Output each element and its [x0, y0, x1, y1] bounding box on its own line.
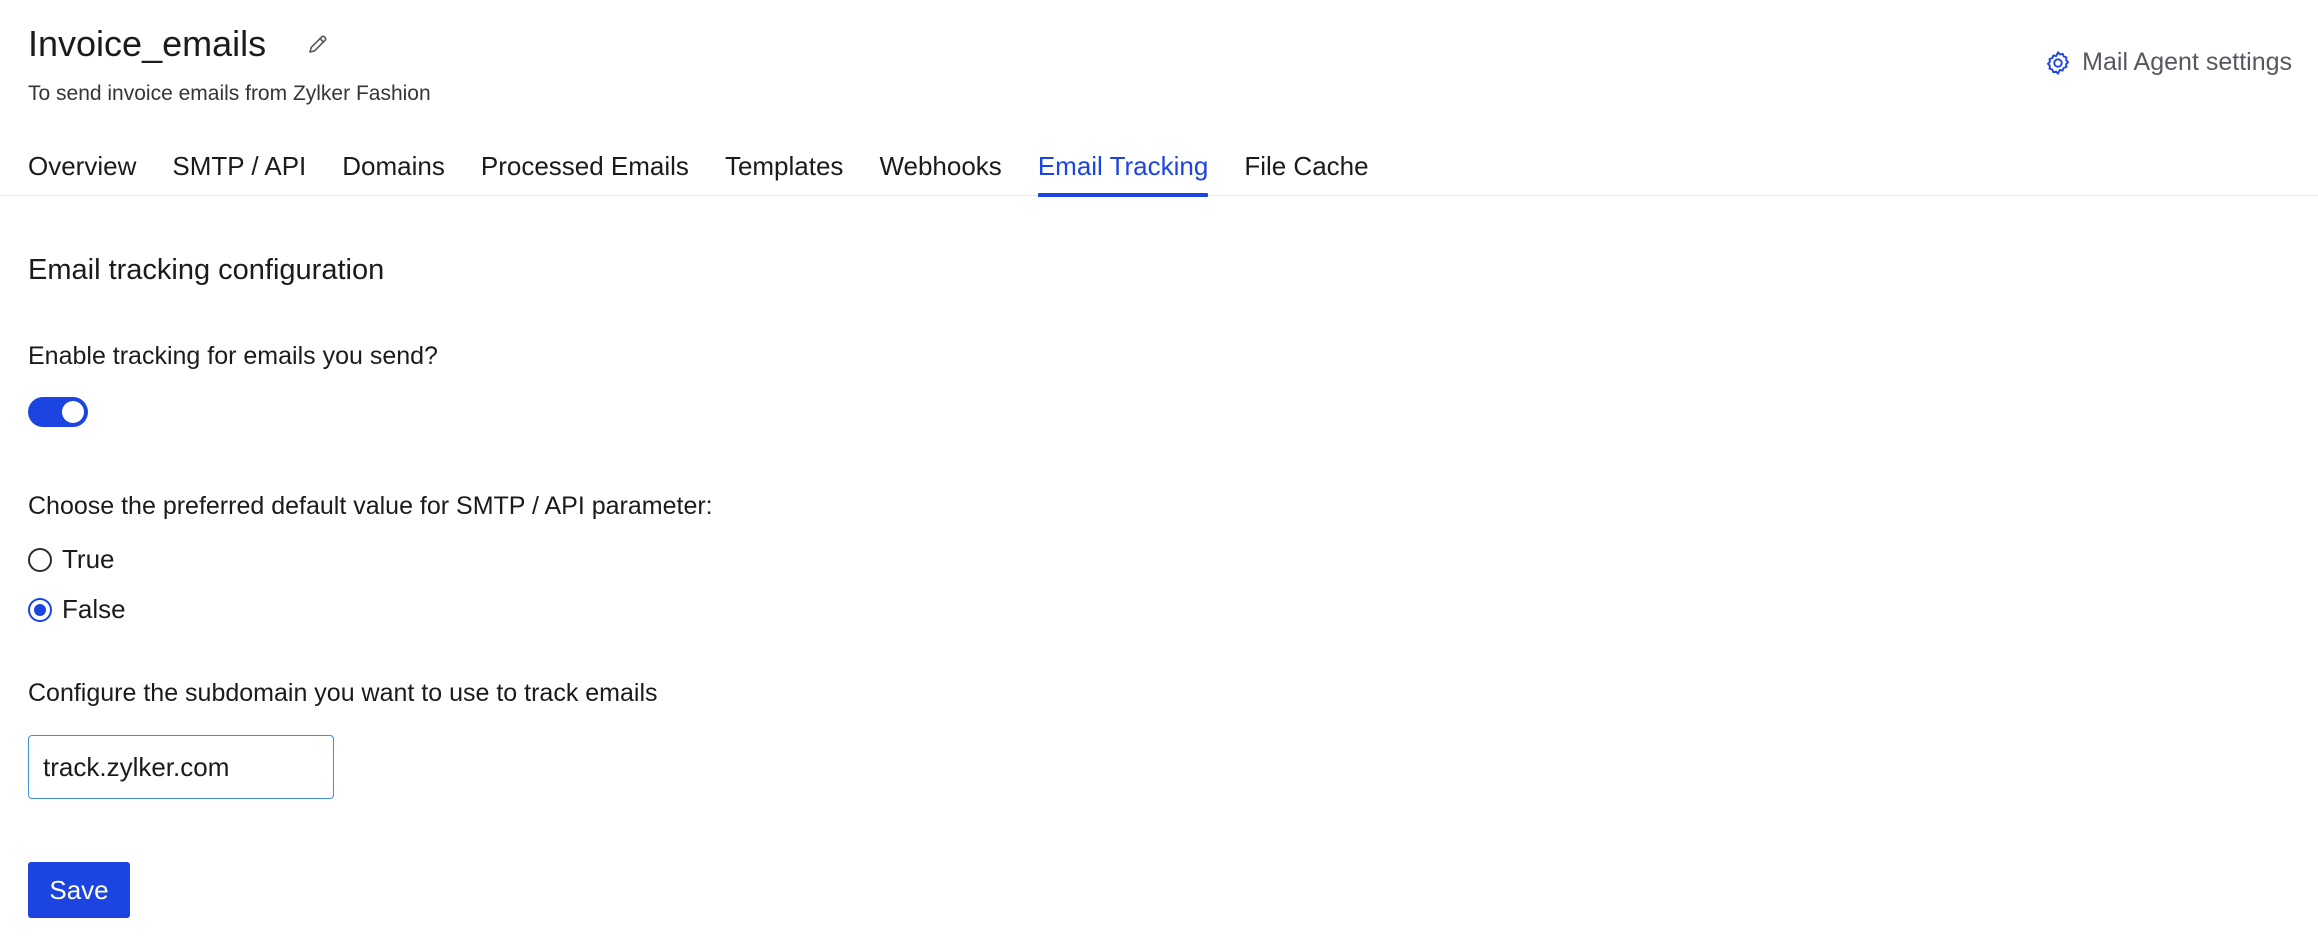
tab-email-tracking[interactable]: Email Tracking [1037, 140, 1208, 197]
tab-overview[interactable]: Overview [28, 140, 136, 196]
page: Invoice_emails To send invoice emails fr… [0, 0, 2318, 950]
radio-option-false[interactable]: False [28, 594, 126, 625]
radio-false[interactable] [28, 597, 52, 622]
tab-smtp-api[interactable]: SMTP / API [172, 140, 306, 196]
radio-option-true[interactable]: True [28, 544, 115, 575]
default-value-question-label: Choose the preferred default value for S… [28, 492, 713, 520]
pencil-icon[interactable] [306, 32, 330, 56]
section-title: Email tracking configuration [28, 254, 385, 286]
page-subtitle: To send invoice emails from Zylker Fashi… [28, 82, 431, 105]
header: Invoice_emails To send invoice emails fr… [28, 18, 431, 106]
tab-domains[interactable]: Domains [342, 140, 445, 196]
mail-agent-settings-link[interactable]: Mail Agent settings [2044, 48, 2292, 77]
subdomain-input[interactable] [28, 735, 334, 799]
tracking-toggle[interactable] [28, 397, 88, 427]
radio-false-label: False [62, 594, 126, 624]
title-row: Invoice_emails [28, 18, 431, 70]
page-title: Invoice_emails [28, 23, 267, 64]
mail-agent-settings-label: Mail Agent settings [2082, 48, 2292, 76]
subdomain-question-label: Configure the subdomain you want to use … [28, 679, 658, 707]
tab-webhooks[interactable]: Webhooks [879, 140, 1001, 196]
radio-true[interactable] [28, 547, 52, 572]
tracking-question-label: Enable tracking for emails you send? [28, 342, 438, 370]
save-button[interactable]: Save [28, 862, 130, 918]
gear-icon [2044, 49, 2072, 77]
toggle-knob [62, 401, 84, 423]
tab-bar: Overview SMTP / API Domains Processed Em… [0, 140, 2318, 197]
tab-templates[interactable]: Templates [725, 140, 844, 196]
tab-file-cache[interactable]: File Cache [1244, 140, 1368, 196]
tab-processed-emails[interactable]: Processed Emails [481, 140, 689, 196]
radio-true-label: True [62, 544, 115, 574]
